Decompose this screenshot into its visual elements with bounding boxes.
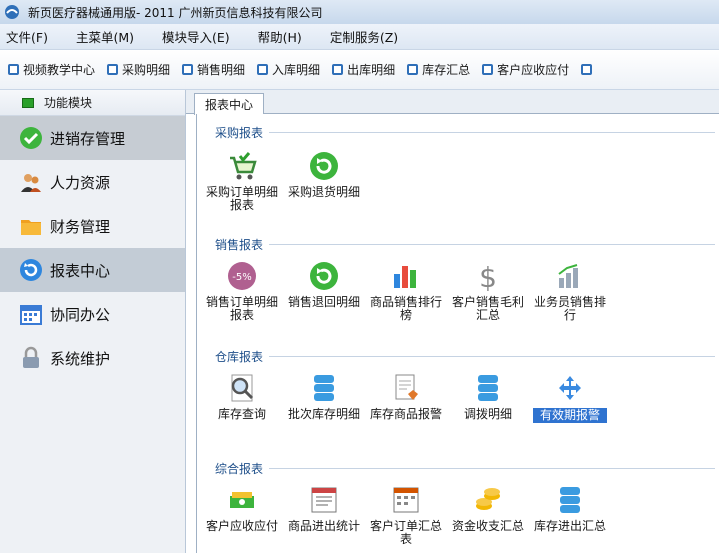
checkbox-icon <box>257 64 269 75</box>
coins-icon <box>476 488 500 510</box>
menu-main[interactable]: 主菜单(M) <box>76 27 134 46</box>
checkbox-icon <box>332 64 344 75</box>
sidebar-item-hr[interactable]: 人力资源 <box>0 160 185 204</box>
report-customer-ar-ap[interactable]: 客户应收应付 <box>205 484 279 533</box>
form-icon <box>311 487 337 513</box>
title-bar: 新页医疗器械通用版- 2011 广州新页信息科技有限公司 <box>0 0 719 24</box>
check-circle-icon <box>18 125 44 151</box>
refresh-globe-icon <box>18 257 44 283</box>
sidebar-header: 功能模块 <box>0 90 185 116</box>
report-stock-in-out-summary[interactable]: 库存进出汇总 <box>533 484 607 533</box>
section-purchase-title: 采购报表 <box>215 124 715 141</box>
database-icon <box>314 375 334 401</box>
toolbar-stock-summary[interactable]: 库存汇总 <box>407 61 470 78</box>
dollar-icon: $ <box>479 261 497 292</box>
sidebar-item-inventory[interactable]: 进销存管理 <box>0 116 185 160</box>
sidebar: 功能模块 进销存管理 人力资源 财务管理 报表中心 协同办公 系统维护 <box>0 90 186 553</box>
folder-icon <box>18 213 44 239</box>
lock-icon <box>18 345 44 371</box>
report-expiry-alert[interactable]: 有效期报警 <box>533 372 607 423</box>
menu-module-import[interactable]: 模块导入(E) <box>162 27 230 46</box>
report-panel: 采购报表 采购订单明细报表 采购退货明细 销售报表 -5% 销售订单明细报表 销… <box>196 114 719 553</box>
window-title: 新页医疗器械通用版- 2011 广州新页信息科技有限公司 <box>28 5 323 20</box>
growth-chart-icon <box>558 264 578 288</box>
checkbox-icon <box>581 64 593 75</box>
database-icon <box>560 487 580 513</box>
sidebar-item-office[interactable]: 协同办公 <box>0 292 185 336</box>
toolbar-more[interactable] <box>581 64 596 75</box>
report-customer-order-summary[interactable]: 客户订单汇总表 <box>369 484 443 546</box>
report-customer-gross-profit[interactable]: $ 客户销售毛利汇总 <box>451 260 525 322</box>
toolbar-video-tutorial[interactable]: 视频教学中心 <box>8 61 95 78</box>
module-icon <box>22 97 34 108</box>
report-stock-query[interactable]: 库存查询 <box>205 372 279 421</box>
sidebar-item-system[interactable]: 系统维护 <box>0 336 185 380</box>
checkbox-icon <box>407 64 419 75</box>
return-green-icon <box>310 152 338 180</box>
app-logo-icon <box>5 5 19 19</box>
people-icon <box>18 169 44 195</box>
section-sales-title: 销售报表 <box>215 236 715 253</box>
report-product-sales-ranking[interactable]: 商品销售排行榜 <box>369 260 443 322</box>
checkbox-icon <box>482 64 494 75</box>
menu-custom-service[interactable]: 定制服务(Z) <box>330 27 398 46</box>
calendar-icon <box>18 301 44 327</box>
report-sales-return-detail[interactable]: 销售退回明细 <box>287 260 361 309</box>
tab-strip: 报表中心 <box>186 90 719 115</box>
toolbar-inbound-detail[interactable]: 入库明细 <box>257 61 320 78</box>
report-sales-order-detail[interactable]: -5% 销售订单明细报表 <box>205 260 279 322</box>
document-alert-icon <box>395 374 418 400</box>
database-icon <box>478 375 498 401</box>
toolbar-sales-detail[interactable]: 销售明细 <box>182 61 245 78</box>
report-purchase-return-detail[interactable]: 采购退货明细 <box>287 150 361 199</box>
checkbox-icon <box>182 64 194 75</box>
cart-icon <box>230 152 257 180</box>
toolbar-outbound-detail[interactable]: 出库明细 <box>332 61 395 78</box>
move-arrows-icon <box>559 376 581 400</box>
sidebar-item-finance[interactable]: 财务管理 <box>0 204 185 248</box>
svg-text:$: $ <box>479 261 497 292</box>
report-batch-stock-detail[interactable]: 批次库存明细 <box>287 372 361 421</box>
section-general-title: 综合报表 <box>215 460 715 477</box>
report-transfer-detail[interactable]: 调拨明细 <box>451 372 525 421</box>
tab-report-center[interactable]: 报表中心 <box>194 93 264 115</box>
checkbox-icon <box>8 64 19 75</box>
report-salesperson-ranking[interactable]: 业务员销售排行 <box>533 260 607 322</box>
menu-help[interactable]: 帮助(H) <box>258 27 302 46</box>
section-warehouse-title: 仓库报表 <box>215 348 715 365</box>
sidebar-item-report-center[interactable]: 报表中心 <box>0 248 185 292</box>
bar-chart-icon <box>394 266 416 288</box>
toolbar: 视频教学中心 采购明细 销售明细 入库明细 出库明细 库存汇总 客户应收应付 <box>0 50 719 90</box>
return-green-icon <box>310 262 338 290</box>
magnifier-icon <box>231 374 254 402</box>
menu-file[interactable]: 文件(F) <box>6 27 48 46</box>
report-product-in-out-stats[interactable]: 商品进出统计 <box>287 484 361 533</box>
toolbar-customer-ar-ap[interactable]: 客户应收应付 <box>482 61 569 78</box>
money-icon <box>230 492 254 508</box>
svg-text:-5%: -5% <box>232 272 251 283</box>
report-stock-alert[interactable]: 库存商品报警 <box>369 372 443 421</box>
calendar-form-icon <box>393 487 419 513</box>
report-purchase-order-detail[interactable]: 采购订单明细报表 <box>205 150 279 212</box>
checkbox-icon <box>107 64 119 75</box>
toolbar-purchase-detail[interactable]: 采购明细 <box>107 61 170 78</box>
discount-tag-icon: -5% <box>228 262 256 290</box>
report-fund-summary[interactable]: 资金收支汇总 <box>451 484 525 533</box>
menu-bar: 文件(F) 主菜单(M) 模块导入(E) 帮助(H) 定制服务(Z) <box>0 24 719 50</box>
